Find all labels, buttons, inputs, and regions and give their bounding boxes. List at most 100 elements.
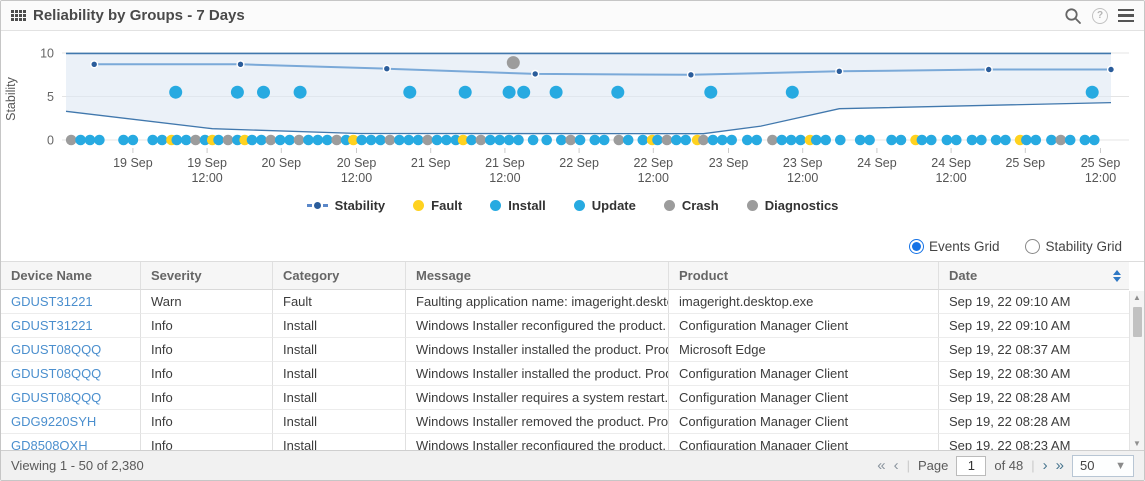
table-row[interactable]: GDUST08QQQ Info Install Windows Installer i… (1, 362, 1129, 386)
table-body: GDUST31221 Warn Fault Faulting application … (1, 290, 1144, 450)
viewing-status: Viewing 1 - 50 of 2,380 (11, 458, 144, 473)
svg-text:5: 5 (47, 90, 54, 104)
device-link[interactable]: GDUST31221 (11, 294, 93, 309)
cell-product: Microsoft Edge (669, 338, 939, 362)
first-page-button[interactable]: « (877, 458, 885, 473)
cell-device[interactable]: GDUST08QQQ (1, 338, 141, 362)
device-link[interactable]: GD8508QXH (11, 438, 88, 450)
chevron-down-icon: ▼ (1115, 459, 1126, 472)
search-icon[interactable] (1064, 7, 1082, 25)
cell-category: Install (273, 362, 406, 386)
install-dot-icon (490, 200, 502, 211)
table-row[interactable]: GDG9220SYH Info Install Windows Installer r… (1, 410, 1129, 434)
column-header-product[interactable]: Product (669, 262, 939, 290)
svg-text:12:00: 12:00 (1085, 171, 1116, 185)
cell-device[interactable]: GD8508QXH (1, 434, 141, 450)
radio-selected-icon[interactable] (908, 239, 924, 254)
svg-text:20 Sep: 20 Sep (337, 156, 377, 170)
column-header-date[interactable]: Date (939, 262, 1129, 290)
legend-label: Fault (431, 198, 463, 213)
cell-date: Sep 19, 22 08:28 AM (939, 386, 1129, 410)
page-number-input[interactable] (956, 455, 987, 476)
cell-message: Windows Installer installed the product.… (406, 362, 669, 386)
cell-category: Install (273, 314, 406, 338)
legend-item-stability[interactable]: Stability (306, 198, 386, 213)
scroll-down-icon[interactable]: ▼ (1133, 437, 1141, 450)
legend-item-update[interactable]: Update (573, 198, 636, 213)
svg-text:21 Sep: 21 Sep (485, 156, 525, 170)
cell-category: Install (273, 338, 406, 362)
cell-date: Sep 19, 22 08:23 AM (939, 434, 1129, 451)
svg-text:12:00: 12:00 (935, 171, 966, 185)
legend-label: Diagnostics (764, 198, 839, 213)
device-link[interactable]: GDUST08QQQ (11, 366, 101, 381)
cell-device[interactable]: GDUST08QQQ (1, 362, 141, 386)
reliability-chart: 0510Stability19 Sep 19 Sep12:0020 Sep 20 S… (4, 47, 1129, 185)
page-size-value: 50 (1080, 458, 1095, 473)
stability-grid-radio[interactable]: Stability Grid (1025, 232, 1122, 261)
cell-device[interactable]: GDUST31221 (1, 314, 141, 338)
widget-header: Reliability by Groups - 7 Days ? (1, 1, 1144, 31)
device-link[interactable]: GDG9220SYH (11, 414, 96, 429)
svg-text:12:00: 12:00 (191, 171, 222, 185)
svg-text:25 Sep: 25 Sep (1081, 156, 1121, 170)
vertical-scrollbar[interactable]: ▲ ▼ (1129, 291, 1144, 450)
cell-category: Install (273, 434, 406, 450)
column-header-device-name[interactable]: Device Name (1, 262, 141, 290)
cell-message: Windows Installer reconfigured the produ… (406, 314, 669, 338)
legend-item-fault[interactable]: Fault (413, 198, 462, 213)
scroll-up-icon[interactable]: ▲ (1133, 291, 1141, 305)
crash-dot-icon (663, 200, 675, 211)
diagnostics-dot-icon (746, 200, 758, 211)
sort-icon[interactable] (1113, 269, 1121, 282)
cell-date: Sep 19, 22 08:37 AM (939, 338, 1129, 362)
svg-text:23 Sep: 23 Sep (709, 156, 749, 170)
column-header-message[interactable]: Message (406, 262, 669, 290)
table-header: Device Name Severity Category Message Produc… (1, 262, 1144, 290)
cell-message: Faulting application name: imageright.de… (406, 290, 669, 314)
help-icon[interactable]: ? (1092, 7, 1108, 24)
svg-text:10: 10 (40, 47, 54, 61)
cell-severity: Info (141, 386, 273, 410)
table-row[interactable]: GDUST08QQQ Info Install Windows Installer i… (1, 338, 1129, 362)
legend-label: Stability (334, 198, 386, 213)
page-title: Reliability by Groups - 7 Days (33, 7, 245, 24)
radio-unselected-icon[interactable] (1025, 239, 1041, 254)
legend-label: Crash (681, 198, 719, 213)
cell-device[interactable]: GDG9220SYH (1, 410, 141, 434)
cell-message: Windows Installer installed the product.… (406, 338, 669, 362)
device-link[interactable]: GDUST08QQQ (11, 342, 101, 357)
table-row[interactable]: GDUST08QQQ Info Install Windows Installer r… (1, 386, 1129, 410)
legend-item-diagnostics[interactable]: Diagnostics (746, 198, 839, 213)
prev-page-button[interactable]: ‹ (894, 458, 899, 473)
page-size-select[interactable]: 50 ▼ (1072, 454, 1134, 477)
table-row[interactable]: GD8508QXH Info Install Windows Installer re… (1, 434, 1129, 450)
stability-line-icon (306, 202, 328, 209)
cell-device[interactable]: GDUST08QQQ (1, 386, 141, 410)
svg-text:25 Sep: 25 Sep (1005, 156, 1045, 170)
next-page-button[interactable]: › (1043, 458, 1048, 473)
table-row[interactable]: GDUST31221 Warn Fault Faulting application … (1, 290, 1129, 314)
svg-text:12:00: 12:00 (489, 171, 520, 185)
column-header-severity[interactable]: Severity (141, 262, 273, 290)
table-row[interactable]: GDUST31221 Info Install Windows Installer r… (1, 314, 1129, 338)
scrollbar-thumb[interactable] (1132, 307, 1142, 337)
cell-date: Sep 19, 22 08:30 AM (939, 362, 1129, 386)
grid-toggle-row: Events Grid Stability Grid (1, 219, 1144, 261)
menu-icon[interactable] (1118, 8, 1134, 23)
column-header-category[interactable]: Category (273, 262, 406, 290)
device-link[interactable]: GDUST31221 (11, 318, 93, 333)
cell-severity: Info (141, 338, 273, 362)
legend-item-crash[interactable]: Crash (663, 198, 719, 213)
update-dot-icon (573, 200, 585, 211)
reliability-widget: Reliability by Groups - 7 Days ? 0 5 10 Sta… (0, 0, 1145, 481)
cell-date: Sep 19, 22 08:28 AM (939, 410, 1129, 434)
cell-category: Install (273, 410, 406, 434)
cell-device[interactable]: GDUST31221 (1, 290, 141, 314)
last-page-button[interactable]: » (1056, 458, 1064, 473)
cell-severity: Info (141, 362, 273, 386)
device-link[interactable]: GDUST08QQQ (11, 390, 101, 405)
cell-product: imageright.desktop.exe (669, 290, 939, 314)
events-grid-radio[interactable]: Events Grid (908, 232, 999, 261)
legend-item-install[interactable]: Install (490, 198, 546, 213)
